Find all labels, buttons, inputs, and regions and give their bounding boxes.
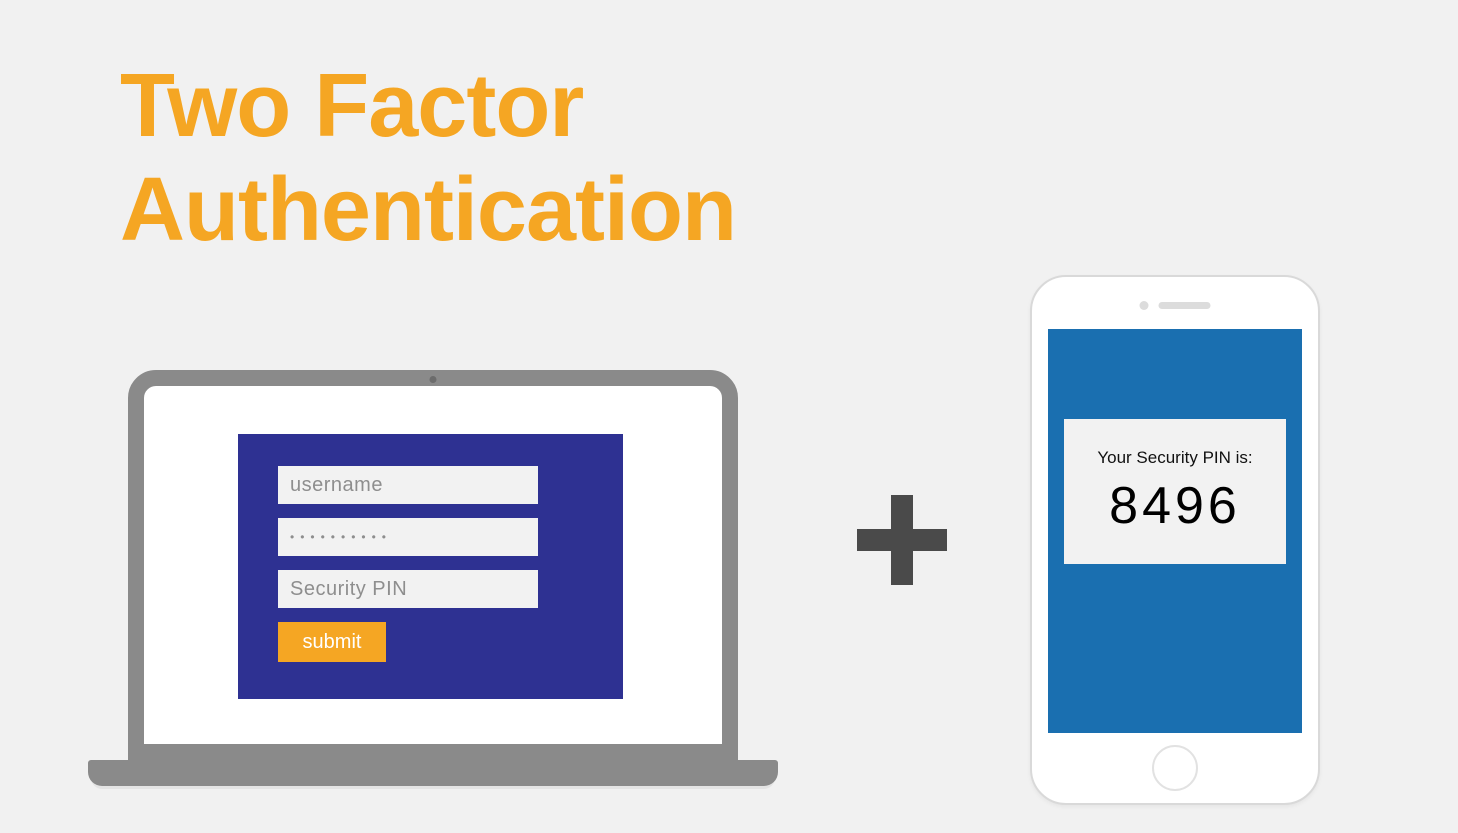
- pin-label: Your Security PIN is:: [1097, 448, 1252, 468]
- title-line2: Authentication: [120, 159, 736, 263]
- login-form: submit: [238, 434, 623, 699]
- password-input[interactable]: [278, 518, 538, 556]
- phone-home-button-icon: [1152, 745, 1198, 791]
- phone-earpiece: [1140, 301, 1211, 310]
- security-pin-input[interactable]: [278, 570, 538, 608]
- laptop-base: [88, 760, 778, 786]
- title-line1: Two Factor: [120, 55, 736, 159]
- pin-value: 8496: [1109, 476, 1241, 536]
- page-title: Two Factor Authentication: [120, 55, 736, 262]
- laptop-lid: submit: [128, 370, 738, 760]
- laptop-camera-icon: [430, 376, 437, 383]
- laptop-illustration: submit: [108, 370, 758, 786]
- phone-screen: Your Security PIN is: 8496: [1048, 329, 1302, 733]
- plus-icon: [857, 495, 947, 585]
- phone-illustration: Your Security PIN is: 8496: [1030, 275, 1320, 805]
- submit-button[interactable]: submit: [278, 622, 386, 662]
- phone-camera-icon: [1140, 301, 1149, 310]
- username-input[interactable]: [278, 466, 538, 504]
- phone-speaker-icon: [1159, 302, 1211, 309]
- pin-card: Your Security PIN is: 8496: [1064, 419, 1286, 564]
